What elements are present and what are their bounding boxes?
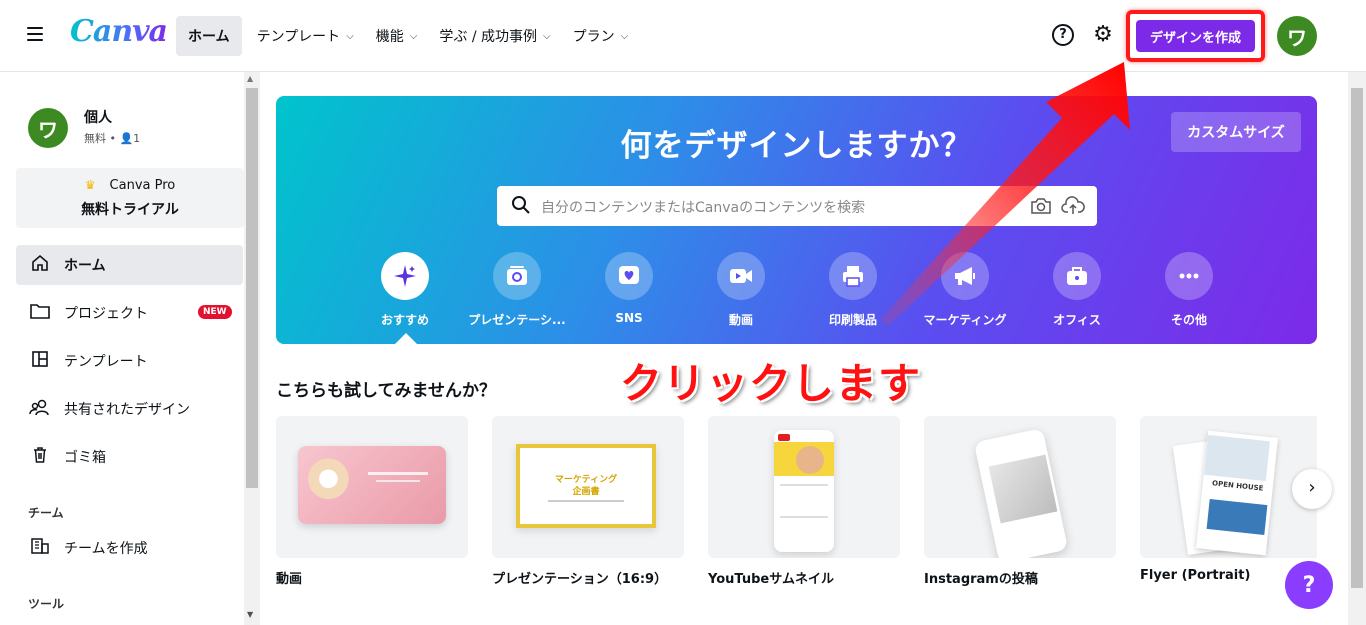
chevron-down-icon: ⌵ — [543, 30, 551, 42]
active-category-pointer — [395, 333, 417, 344]
category-marketing[interactable]: マーケティング — [915, 252, 1015, 328]
camera-icon[interactable] — [1030, 195, 1052, 217]
card-presentation[interactable]: マーケティング 企画書 プレゼンテーション（16:9） — [492, 416, 684, 587]
card-video[interactable]: 動画 — [276, 416, 468, 587]
search-box[interactable]: 自分のコンテンツまたはCanvaのコンテンツを検索 — [497, 186, 1097, 226]
sidebar-item-shared[interactable]: 共有されたデザイン — [16, 389, 243, 429]
briefcase-icon — [1053, 252, 1101, 300]
gear-icon[interactable]: ⚙ — [1092, 24, 1114, 46]
card-youtube-thumbnail[interactable]: YouTubeサムネイル — [708, 416, 900, 587]
custom-size-button[interactable]: カスタムサイズ — [1171, 112, 1301, 152]
sidebar-item-create-team[interactable]: チームを作成 — [16, 528, 243, 568]
sidebar-item-trash[interactable]: ゴミ箱 — [16, 437, 243, 477]
pro-trial-button[interactable]: ♛ Canva Pro 無料トライアル — [16, 168, 244, 228]
click-annotation: クリックします — [620, 359, 922, 408]
user-name: 個人 — [84, 110, 112, 126]
category-video[interactable]: 動画 — [691, 252, 791, 328]
presentation-icon — [493, 252, 541, 300]
category-sns[interactable]: SNS — [579, 252, 679, 325]
card-instagram-post[interactable]: Instagramの投稿 — [924, 416, 1116, 587]
sidebar-item-home[interactable]: ホーム — [16, 245, 243, 285]
nav-templates[interactable]: テンプレート ⌵ — [246, 16, 365, 56]
team-section-label: チーム — [28, 506, 64, 520]
search-icon — [512, 196, 530, 214]
category-more[interactable]: その他 — [1139, 252, 1239, 328]
nav-learn[interactable]: 学ぶ / 成功事例 ⌵ — [428, 16, 561, 56]
help-icon[interactable]: ? — [1052, 24, 1074, 46]
nav-home[interactable]: ホーム — [176, 16, 242, 56]
scroll-down-icon[interactable]: ▼ — [247, 610, 253, 619]
main-scroll-thumb[interactable] — [1351, 88, 1363, 588]
chevron-down-icon: ⌵ — [620, 30, 629, 42]
scroll-up-icon[interactable]: ▲ — [247, 74, 253, 83]
suggestions-title: こちらも試してみませんか？ — [276, 381, 496, 401]
canva-logo[interactable]: Canva — [70, 14, 168, 49]
sidebar-scroll-thumb[interactable] — [246, 88, 258, 488]
card-flyer[interactable]: OPEN HOUSE Flyer (Portrait) — [1140, 416, 1317, 583]
sidebar-item-projects[interactable]: プロジェクト NEW — [16, 293, 243, 333]
category-presentation[interactable]: プレゼンテーシ... — [467, 252, 567, 328]
home-icon — [28, 254, 52, 277]
instagram-thumbnail — [924, 416, 1116, 558]
presentation-thumbnail: マーケティング 企画書 — [492, 416, 684, 558]
category-office[interactable]: オフィス — [1027, 252, 1127, 328]
upload-cloud-icon[interactable] — [1061, 195, 1085, 217]
chevron-right-icon[interactable]: › — [1292, 469, 1332, 509]
youtube-thumbnail — [708, 416, 900, 558]
video-thumbnail — [276, 416, 468, 558]
crown-icon: ♛ — [84, 178, 96, 192]
create-design-button[interactable]: デザインを作成 — [1136, 20, 1255, 52]
flyer-thumbnail: OPEN HOUSE — [1140, 416, 1317, 558]
user-plan-meta: 無料 • 👤1 — [84, 132, 141, 145]
category-print[interactable]: 印刷製品 — [803, 252, 903, 328]
search-input[interactable]: 自分のコンテンツまたはCanvaのコンテンツを検索 — [541, 197, 865, 217]
printer-icon — [829, 252, 877, 300]
heart-icon — [605, 252, 653, 300]
chevron-down-icon: ⌵ — [346, 30, 354, 42]
chevron-down-icon: ⌵ — [409, 30, 418, 42]
more-icon — [1165, 252, 1213, 300]
sidebar-item-templates[interactable]: テンプレート — [16, 341, 243, 381]
user-avatar[interactable]: ワ — [28, 108, 68, 148]
template-icon — [28, 350, 52, 373]
help-fab-button[interactable]: ? — [1285, 561, 1333, 609]
top-header: Canva ホーム テンプレート ⌵ 機能 ⌵ 学ぶ / 成功事例 ⌵ プラン ⌵ ? … — [0, 0, 1366, 72]
banner-title: 何をデザインしますか？ — [620, 128, 973, 164]
sidebar: ワ 個人 無料 • 👤1 ♛ Canva Pro 無料トライアル ホーム プロジェ… — [0, 72, 260, 625]
sparkles-icon — [381, 252, 429, 300]
folder-icon — [28, 302, 52, 325]
nav-plans[interactable]: プラン ⌵ — [562, 16, 640, 56]
tools-section-label: ツール — [28, 597, 65, 611]
video-icon — [717, 252, 765, 300]
design-banner: 何をデザインしますか？ カスタムサイズ 自分のコンテンツまたはCanvaのコンテ… — [276, 96, 1317, 344]
top-nav: ホーム テンプレート ⌵ 機能 ⌵ 学ぶ / 成功事例 ⌵ プラン ⌵ — [176, 16, 639, 56]
trash-icon — [28, 446, 52, 469]
avatar[interactable]: ワ — [1277, 16, 1317, 56]
building-icon — [28, 537, 52, 560]
nav-features[interactable]: 機能 ⌵ — [365, 16, 429, 56]
menu-icon[interactable] — [27, 27, 43, 43]
shared-icon — [28, 398, 52, 421]
megaphone-icon — [941, 252, 989, 300]
new-badge: NEW — [198, 305, 232, 319]
category-recommended[interactable]: おすすめ — [355, 252, 455, 328]
